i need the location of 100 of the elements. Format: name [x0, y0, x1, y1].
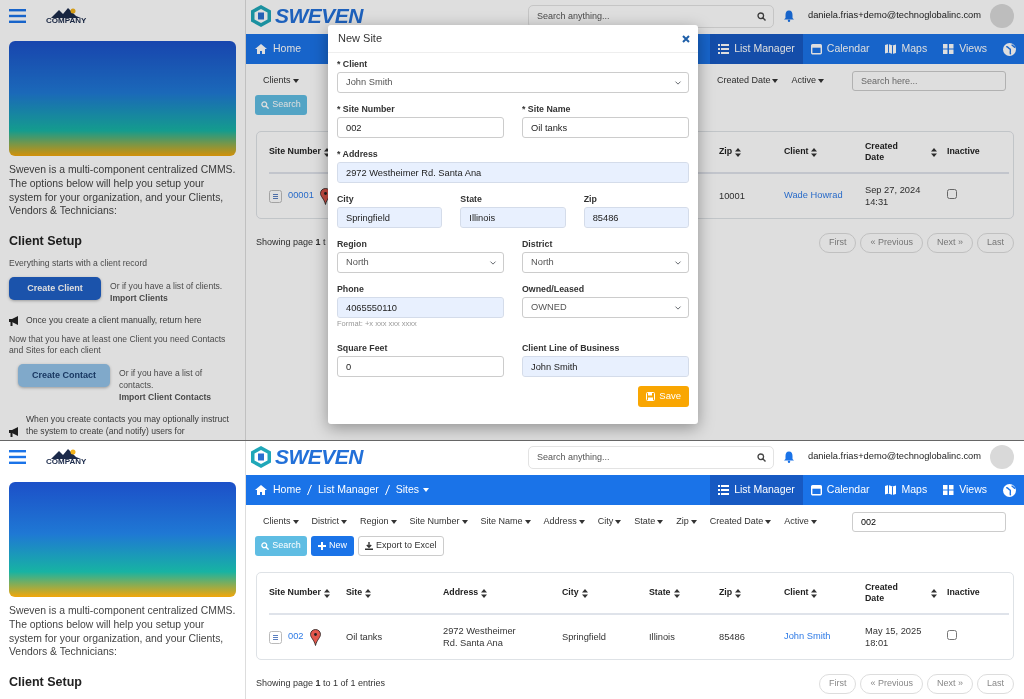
client-link[interactable]: Wade Howrad	[784, 190, 843, 201]
input-field[interactable]: Oil tanks	[522, 117, 689, 138]
global-search-field[interactable]: Search anything...	[528, 445, 774, 469]
menu-icon[interactable]	[9, 450, 26, 464]
nav-tab[interactable]: Maps	[877, 34, 936, 64]
home-icon[interactable]	[255, 44, 267, 54]
column-header[interactable]: Site	[346, 587, 363, 599]
global-search-field[interactable]: Search anything...	[528, 4, 774, 28]
new-button[interactable]: New	[311, 536, 354, 556]
column-header[interactable]: Address	[443, 587, 479, 599]
column-header[interactable]: Client	[784, 146, 809, 158]
bell-icon[interactable]	[784, 451, 794, 463]
map-pin-icon[interactable]	[309, 628, 321, 646]
sort-icon[interactable]	[323, 147, 330, 157]
nav-tab[interactable]: List Manager	[710, 34, 803, 64]
list-icon	[718, 43, 730, 55]
sort-icon[interactable]	[931, 147, 937, 157]
nav-tab[interactable]: List Manager	[710, 475, 803, 505]
column-header[interactable]: Client	[784, 587, 809, 599]
sort-icon[interactable]	[931, 588, 937, 598]
menu-icon[interactable]	[9, 9, 26, 23]
filter-dropdown[interactable]: Created Date	[709, 515, 772, 529]
nav-tab[interactable]: Maps	[877, 475, 936, 505]
home-icon[interactable]	[255, 485, 267, 495]
nav-tab[interactable]: Calendar	[802, 475, 878, 505]
filter-dropdown[interactable]: City	[597, 515, 622, 529]
field-label: Region	[337, 238, 368, 250]
notice-text: Once you create a client manually, return here	[26, 313, 202, 326]
breadcrumb-link[interactable]: Home	[273, 482, 301, 498]
create-contact-button[interactable]: Create Contact	[18, 363, 110, 387]
filter-dropdown[interactable]: Address	[543, 515, 585, 529]
filter-dropdown[interactable]: Clients	[263, 515, 299, 529]
caret-icon	[292, 79, 299, 83]
import-link[interactable]: Import Clients	[110, 291, 223, 304]
input-field[interactable]: 85486	[583, 207, 689, 228]
filter-dropdown[interactable]: Site Name	[480, 515, 531, 529]
export-button[interactable]: Export to Excel	[358, 536, 444, 556]
instruction-text: Everything starts with a client record	[9, 257, 149, 269]
input-field[interactable]: 2972 Westheimer Rd. Santa Ana	[337, 162, 689, 183]
filter-dropdown[interactable]: State	[634, 515, 664, 529]
select-field[interactable]: North	[522, 252, 689, 273]
sort-icon[interactable]	[735, 147, 742, 157]
megaphone-icon	[9, 426, 20, 437]
column-header[interactable]: Zip	[719, 146, 733, 158]
input-field[interactable]: Illinois	[460, 207, 566, 228]
column-header[interactable]: Site Number	[269, 587, 321, 599]
site-number-link[interactable]: 00001	[288, 189, 314, 203]
client-link[interactable]: John Smith	[784, 631, 831, 642]
sort-icon[interactable]	[365, 588, 372, 598]
input-field[interactable]: John Smith	[522, 356, 689, 377]
column-header[interactable]: Zip	[719, 587, 733, 599]
column-header[interactable]: Inactive	[947, 587, 980, 599]
sort-icon[interactable]	[673, 588, 680, 598]
bell-icon[interactable]	[784, 10, 794, 22]
input-field[interactable]: 0	[337, 356, 504, 377]
select-field[interactable]: OWNED	[522, 297, 689, 318]
sort-icon[interactable]	[811, 588, 818, 598]
column-header[interactable]: Site Number	[269, 146, 321, 158]
filter-dropdown[interactable]: District	[311, 515, 347, 529]
create-client-button[interactable]: Create Client	[9, 276, 101, 300]
breadcrumb-link[interactable]: List Manager	[318, 482, 379, 498]
input-field[interactable]: 4065550110	[337, 297, 504, 318]
breadcrumb-link[interactable]: Sites	[395, 482, 430, 498]
filter-dropdown[interactable]: Created Date	[716, 74, 779, 88]
nav-tab[interactable]: Views	[935, 34, 995, 64]
select-field[interactable]: John Smith	[337, 72, 689, 93]
filter-dropdown[interactable]: Active	[791, 74, 824, 88]
user-email[interactable]: daniela.frias+demo@technoglobalinc.com	[808, 450, 982, 464]
filter-dropdown[interactable]: Clients	[263, 74, 299, 88]
user-email[interactable]: daniela.frias+demo@technoglobalinc.com	[808, 9, 982, 23]
site-number-link[interactable]: 002	[288, 630, 304, 644]
column-header[interactable]: City	[562, 587, 579, 599]
column-header[interactable]: Inactive	[947, 146, 980, 158]
document-icon[interactable]	[269, 189, 282, 203]
select-field[interactable]: North	[337, 252, 504, 273]
caret-icon	[657, 520, 664, 524]
close-icon[interactable]	[682, 34, 690, 43]
input-field[interactable]: 002	[337, 117, 504, 138]
breadcrumb-link[interactable]: Home	[273, 41, 301, 57]
filter-dropdown[interactable]: Zip	[676, 515, 697, 529]
filter-dropdown[interactable]: Site Number	[409, 515, 468, 529]
sort-icon[interactable]	[735, 588, 742, 598]
nav-tab[interactable]: Calendar	[802, 34, 878, 64]
filter-dropdown[interactable]: Region	[360, 515, 397, 529]
sort-icon[interactable]	[811, 147, 818, 157]
input-field[interactable]: Springfield	[337, 207, 443, 228]
filter-search-field[interactable]: 002	[852, 512, 1006, 532]
caret-icon	[524, 520, 531, 524]
sort-icon[interactable]	[323, 588, 330, 598]
import-link[interactable]: Import Client Contacts	[119, 390, 236, 403]
nav-tab[interactable]: Views	[935, 475, 995, 505]
filter-search-field[interactable]: Search here...	[852, 71, 1006, 91]
column-header[interactable]: State	[649, 587, 671, 599]
field-label: City	[337, 193, 355, 205]
document-icon[interactable]	[269, 630, 282, 644]
column-header[interactable]: Created Date	[865, 581, 913, 605]
sort-icon[interactable]	[481, 588, 488, 598]
column-header[interactable]: Created Date	[865, 140, 913, 164]
filter-dropdown[interactable]: Active	[784, 515, 817, 529]
sort-icon[interactable]	[581, 588, 588, 598]
